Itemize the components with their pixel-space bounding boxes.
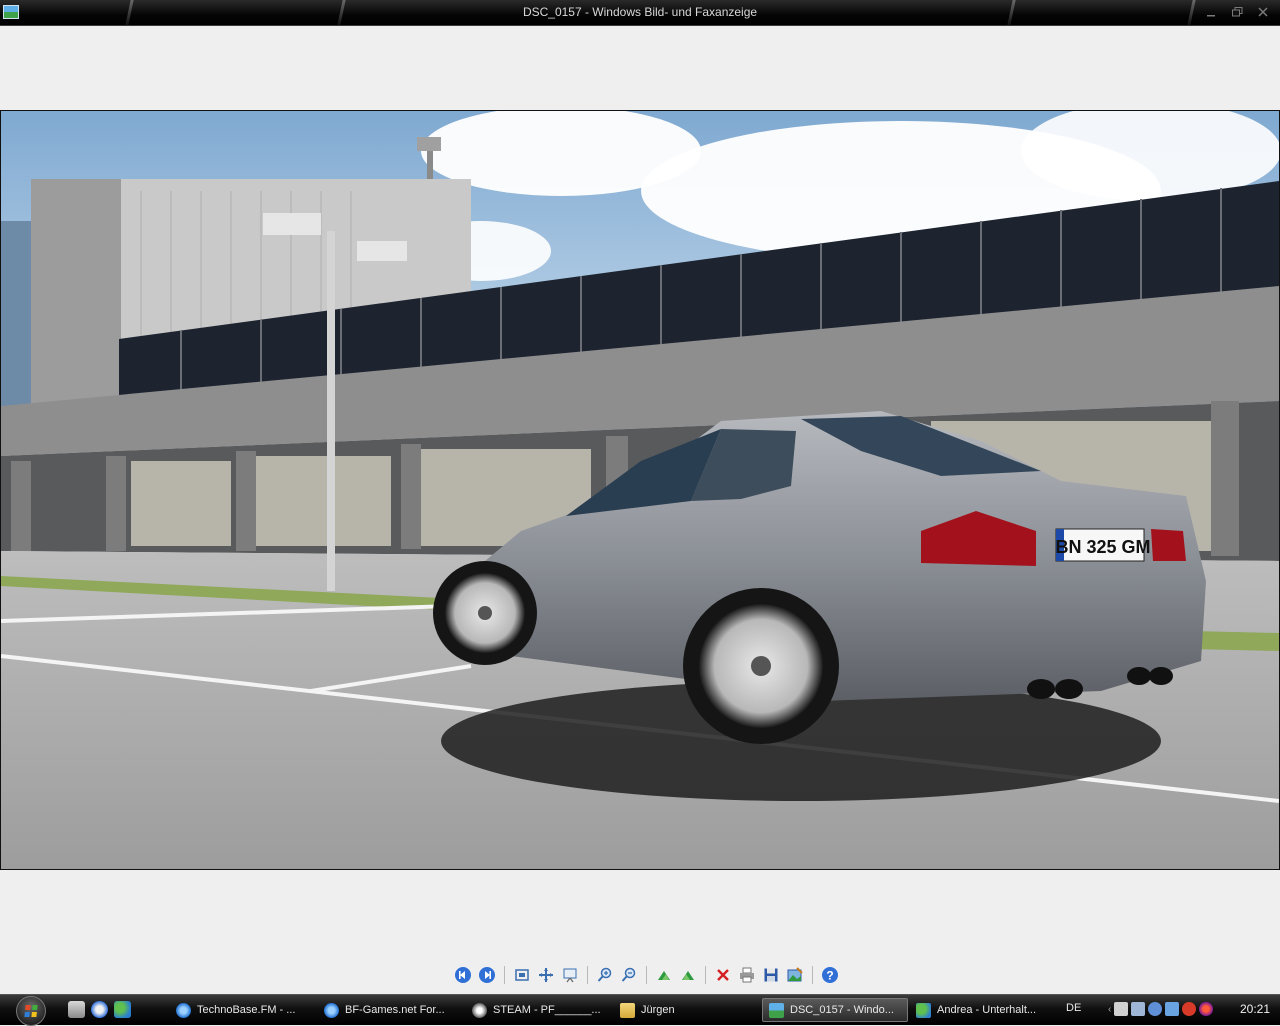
clock[interactable]: 20:21 xyxy=(1240,1002,1270,1016)
task-label: STEAM - PF______... xyxy=(493,1004,601,1016)
toolbar-separator xyxy=(587,966,588,984)
ie-icon xyxy=(324,1002,339,1018)
rotate-ccw-icon xyxy=(682,971,694,980)
quick-launch xyxy=(68,1001,131,1018)
windows-logo-icon xyxy=(24,1005,38,1017)
maximize-icon xyxy=(1231,7,1242,17)
task-item[interactable]: STEAM - PF______... xyxy=(466,998,612,1022)
network-icon[interactable] xyxy=(1114,1002,1129,1016)
task-item[interactable]: TechnoBase.FM - ... xyxy=(170,998,316,1022)
task-item[interactable]: Andrea - Unterhalt... xyxy=(910,998,1056,1022)
next-arrow-icon xyxy=(479,967,495,983)
photo-viewer-icon xyxy=(769,1002,784,1018)
ie-icon xyxy=(176,1002,191,1018)
title-bar[interactable]: DSC_0157 - Windows Bild- und Faxanzeige xyxy=(0,0,1280,26)
svg-text:?: ? xyxy=(826,969,833,983)
volume-icon[interactable] xyxy=(1165,1002,1180,1016)
toolbar-separator xyxy=(646,966,647,984)
task-label: Andrea - Unterhalt... xyxy=(937,1004,1037,1016)
task-item-active[interactable]: DSC_0157 - Windo... xyxy=(762,998,908,1022)
task-label: BF-Games.net For... xyxy=(345,1004,445,1016)
floppy-disk-icon xyxy=(764,968,778,982)
slideshow-icon xyxy=(563,968,577,983)
save-button[interactable] xyxy=(760,964,782,986)
best-fit-icon xyxy=(515,969,529,981)
language-indicator[interactable]: DE xyxy=(1066,1002,1081,1014)
folder-icon xyxy=(620,1002,635,1018)
print-button[interactable] xyxy=(736,964,758,986)
zoom-in-icon xyxy=(597,967,612,982)
task-label: DSC_0157 - Windo... xyxy=(790,1004,894,1016)
tray-expand-icon[interactable]: ‹ xyxy=(1108,1004,1111,1015)
viewer-toolbar: ? xyxy=(452,964,841,986)
maximize-button[interactable] xyxy=(1224,3,1250,21)
task-list: TechnoBase.FM - ... BF-Games.net For... … xyxy=(170,998,1056,1022)
system-tray: ‹ xyxy=(1108,1002,1214,1016)
close-button[interactable] xyxy=(1250,3,1276,21)
zoom-out-button[interactable] xyxy=(618,964,640,986)
photo-canvas: BN 325 GM xyxy=(1,111,1279,869)
printer-icon xyxy=(740,967,754,983)
steam-icon xyxy=(472,1002,487,1018)
toolbar-separator xyxy=(504,966,505,984)
task-item[interactable]: BF-Games.net For... xyxy=(318,998,464,1022)
viewer-area: BN 325 GM xyxy=(0,26,1280,966)
help-icon: ? xyxy=(822,967,838,983)
toolbar-separator xyxy=(705,966,706,984)
previous-image-button[interactable] xyxy=(452,964,474,986)
edit-image-icon xyxy=(787,967,803,982)
toolbar-separator xyxy=(812,966,813,984)
actual-size-button[interactable] xyxy=(535,964,557,986)
minimize-icon xyxy=(1207,15,1215,17)
rotate-clockwise-button[interactable] xyxy=(653,964,675,986)
antivirus-icon[interactable] xyxy=(1182,1002,1197,1016)
delete-x-icon xyxy=(717,969,729,981)
task-label: Jürgen xyxy=(641,1004,675,1016)
edit-button[interactable] xyxy=(784,964,806,986)
actual-size-icon xyxy=(539,968,553,982)
messenger-icon xyxy=(916,1002,931,1018)
slideshow-button[interactable] xyxy=(559,964,581,986)
next-image-button[interactable] xyxy=(476,964,498,986)
delete-button[interactable] xyxy=(712,964,734,986)
app-tray-icon[interactable] xyxy=(1199,1002,1214,1016)
task-label: TechnoBase.FM - ... xyxy=(197,1004,296,1016)
messenger-quick-icon[interactable] xyxy=(114,1001,131,1018)
start-button[interactable] xyxy=(16,996,46,1026)
show-desktop-icon[interactable] xyxy=(68,1001,85,1018)
rotate-counterclockwise-button[interactable] xyxy=(677,964,699,986)
minimize-button[interactable] xyxy=(1198,3,1224,21)
display-icon[interactable] xyxy=(1131,1002,1146,1016)
rotate-cw-icon xyxy=(658,971,670,980)
window-title: DSC_0157 - Windows Bild- und Faxanzeige xyxy=(522,5,758,19)
previous-arrow-icon xyxy=(455,967,471,983)
displayed-photo[interactable]: BN 325 GM xyxy=(0,110,1280,870)
help-button[interactable]: ? xyxy=(819,964,841,986)
zoom-in-button[interactable] xyxy=(594,964,616,986)
taskbar: TechnoBase.FM - ... BF-Games.net For... … xyxy=(0,994,1280,1026)
messenger-tray-icon[interactable] xyxy=(1148,1002,1163,1016)
close-icon xyxy=(1258,7,1268,17)
zoom-out-icon xyxy=(621,967,636,982)
license-plate-text: BN 325 GM xyxy=(1055,537,1150,557)
task-item[interactable]: Jürgen xyxy=(614,998,760,1022)
best-fit-button[interactable] xyxy=(511,964,533,986)
media-player-icon[interactable] xyxy=(91,1001,108,1018)
